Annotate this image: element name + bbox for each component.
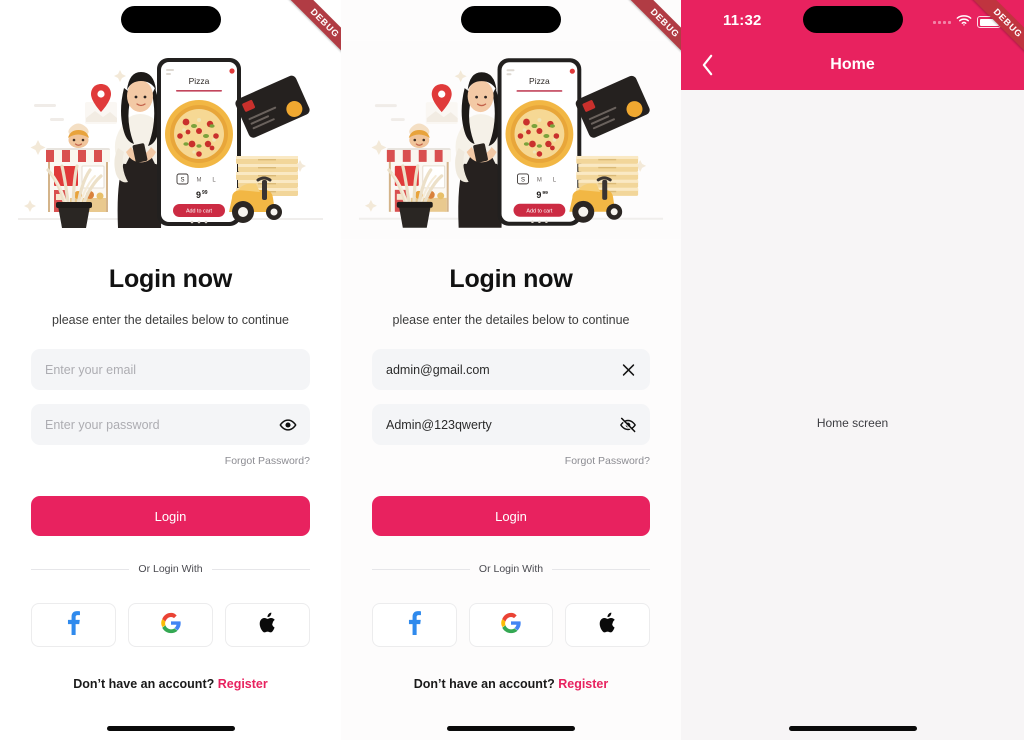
divider-line-left bbox=[372, 568, 470, 570]
svg-text:Pizza: Pizza bbox=[189, 76, 210, 86]
login-form: Login now please enter the detailes belo… bbox=[341, 265, 681, 691]
home-indicator bbox=[106, 726, 235, 731]
login-button[interactable]: Login bbox=[31, 496, 310, 536]
page-title: Login now bbox=[449, 265, 573, 293]
home-body-text: Home screen bbox=[816, 416, 889, 430]
home-body: Home screen bbox=[681, 90, 1024, 740]
signup-prompt: Don’t have an account? Register bbox=[31, 677, 310, 691]
social-login-row bbox=[31, 603, 310, 647]
signal-dots-icon bbox=[933, 20, 951, 24]
forgot-password-link[interactable]: Forgot Password? bbox=[31, 455, 310, 467]
apple-login-button[interactable] bbox=[225, 603, 310, 647]
status-bar bbox=[0, 0, 341, 40]
divider: Or Login With bbox=[372, 563, 651, 575]
register-link[interactable]: Register bbox=[218, 677, 268, 691]
login-illustration: Pizza S M L 9 99 Add to cart bbox=[341, 40, 681, 240]
svg-text:S: S bbox=[180, 178, 184, 184]
email-placeholder: Enter your email bbox=[45, 362, 137, 377]
social-login-row bbox=[372, 603, 651, 647]
email-field[interactable]: Enter your email bbox=[31, 349, 310, 390]
divider-label: Or Login With bbox=[138, 563, 203, 575]
password-placeholder: Enter your password bbox=[45, 417, 160, 432]
apple-icon bbox=[598, 611, 618, 640]
facebook-icon bbox=[408, 610, 421, 640]
svg-text:99: 99 bbox=[202, 190, 208, 196]
svg-text:Add to cart: Add to cart bbox=[186, 209, 213, 215]
divider-label: Or Login With bbox=[478, 563, 544, 575]
login-screen-empty: DEBUG Pizza S M L 9 99 Add to cart Login… bbox=[0, 0, 341, 740]
battery-icon bbox=[977, 16, 1004, 28]
divider-line-right bbox=[552, 568, 651, 570]
login-illustration: Pizza S M L 9 99 Add to cart bbox=[0, 40, 341, 240]
login-screen-filled: DEBUG Pizza S M L 9 99 Add to cart Login… bbox=[341, 0, 681, 740]
dynamic-island bbox=[461, 6, 561, 33]
facebook-icon bbox=[67, 610, 80, 640]
home-screen: DEBUG 11:32 Home Home screen bbox=[681, 0, 1024, 740]
status-time: 11:32 bbox=[723, 12, 762, 29]
svg-text:9: 9 bbox=[196, 190, 201, 200]
svg-text:9: 9 bbox=[536, 190, 541, 200]
svg-text:S: S bbox=[521, 177, 525, 183]
home-indicator bbox=[447, 726, 575, 731]
login-form: Login now please enter the detailes belo… bbox=[0, 265, 341, 691]
page-subtitle: please enter the detailes below to conti… bbox=[392, 313, 630, 327]
facebook-login-button[interactable] bbox=[31, 603, 116, 647]
facebook-login-button[interactable] bbox=[372, 603, 457, 647]
password-value: Admin@123qwerty bbox=[386, 417, 492, 432]
app-navbar: Home bbox=[681, 40, 1024, 90]
status-icons bbox=[933, 13, 1004, 31]
wifi-icon bbox=[956, 13, 972, 31]
google-login-button[interactable] bbox=[468, 603, 554, 647]
divider-line-left bbox=[31, 568, 130, 570]
google-login-button[interactable] bbox=[128, 603, 213, 647]
dynamic-island bbox=[802, 6, 903, 33]
divider-line-right bbox=[211, 568, 311, 570]
google-icon bbox=[500, 612, 522, 639]
page-subtitle: please enter the detailes below to conti… bbox=[52, 313, 289, 327]
password-field[interactable]: Enter your password bbox=[31, 404, 310, 445]
divider: Or Login With bbox=[31, 563, 311, 575]
svg-text:M: M bbox=[537, 177, 542, 183]
eye-off-icon[interactable] bbox=[619, 416, 637, 434]
svg-text:99: 99 bbox=[542, 190, 548, 196]
apple-icon bbox=[258, 611, 278, 640]
home-indicator bbox=[788, 726, 917, 731]
apple-login-button[interactable] bbox=[565, 603, 651, 647]
login-button[interactable]: Login bbox=[372, 496, 650, 536]
nav-title: Home bbox=[830, 56, 875, 73]
signup-prompt: Don’t have an account? Register bbox=[372, 677, 650, 691]
close-icon[interactable] bbox=[620, 361, 637, 378]
svg-text:M: M bbox=[197, 178, 202, 184]
svg-text:Add to cart: Add to cart bbox=[526, 208, 552, 214]
eye-icon[interactable] bbox=[279, 416, 297, 434]
forgot-password-link[interactable]: Forgot Password? bbox=[372, 455, 650, 467]
signup-prefix: Don’t have an account? bbox=[413, 677, 559, 691]
signup-prefix: Don’t have an account? bbox=[73, 677, 218, 691]
page-title: Login now bbox=[108, 265, 233, 293]
chevron-left-icon[interactable] bbox=[693, 51, 721, 79]
dynamic-island bbox=[120, 6, 221, 33]
password-field[interactable]: Admin@123qwerty bbox=[372, 404, 650, 445]
screenshot-stage: DEBUG Pizza S M L 9 99 Add to cart Login… bbox=[0, 0, 1024, 740]
register-link[interactable]: Register bbox=[558, 677, 608, 691]
email-value: admin@gmail.com bbox=[386, 362, 490, 377]
email-field[interactable]: admin@gmail.com bbox=[372, 349, 650, 390]
status-bar: 11:32 bbox=[681, 0, 1024, 40]
svg-text:Pizza: Pizza bbox=[529, 76, 550, 86]
google-icon bbox=[160, 612, 182, 639]
status-bar bbox=[341, 0, 681, 40]
